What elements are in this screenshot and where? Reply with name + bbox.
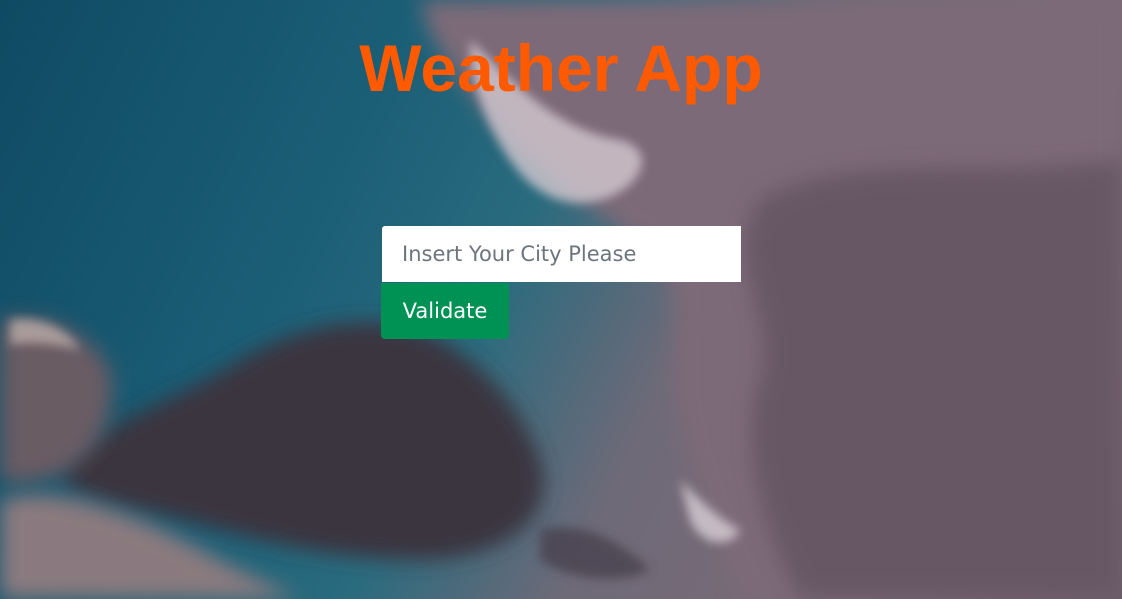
validate-button[interactable]: Validate: [381, 283, 509, 339]
city-search-input[interactable]: [382, 226, 741, 282]
app-title: Weather App: [359, 31, 763, 105]
